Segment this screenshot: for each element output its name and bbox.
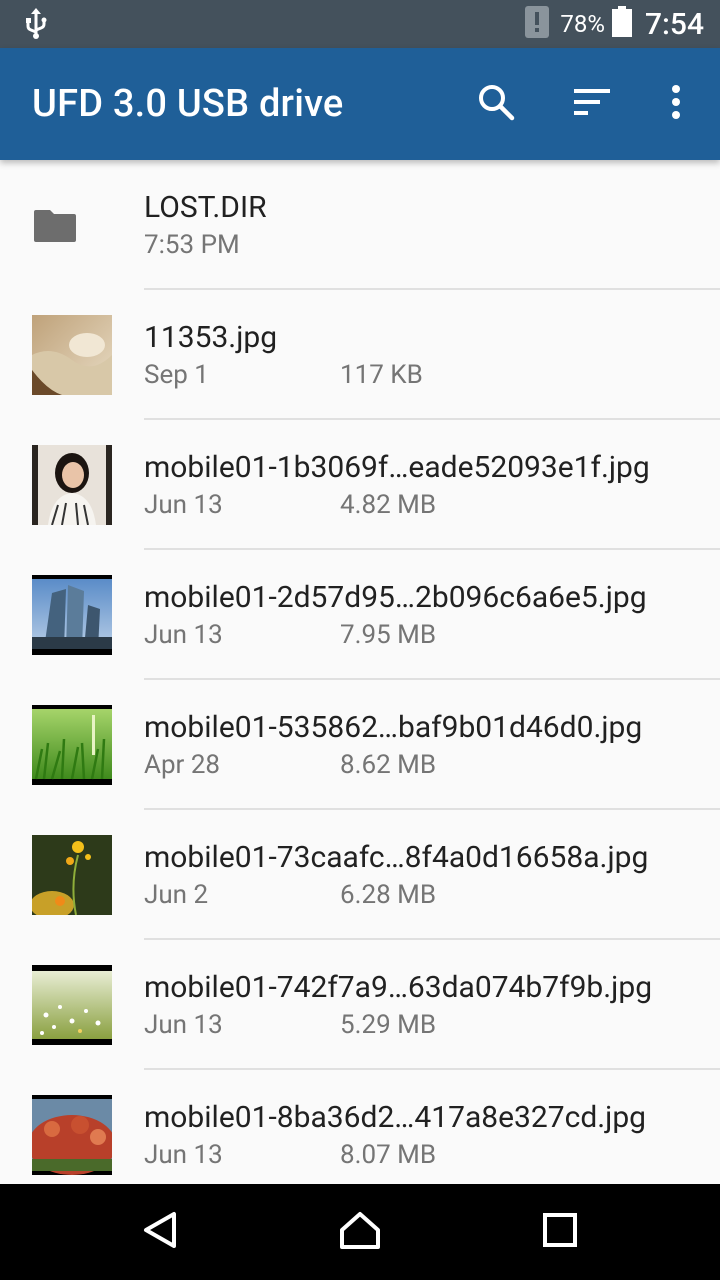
list-item[interactable]: mobile01-8ba36d2…417a8e327cd.jpg Jun 13 … bbox=[0, 1070, 720, 1200]
usb-icon bbox=[22, 8, 50, 44]
file-date: 7:53 PM bbox=[144, 230, 240, 260]
file-size: 6.28 MB bbox=[340, 880, 437, 910]
file-name: mobile01-535862…baf9b01d46d0.jpg bbox=[144, 710, 643, 745]
file-name: mobile01-742f7a9…63da074b7f9b.jpg bbox=[144, 970, 653, 1005]
recents-button[interactable] bbox=[512, 1184, 608, 1280]
file-size: 4.82 MB bbox=[340, 490, 437, 520]
file-size: 7.95 MB bbox=[340, 620, 437, 650]
file-name: mobile01-8ba36d2…417a8e327cd.jpg bbox=[144, 1100, 647, 1135]
file-name: 11353.jpg bbox=[144, 320, 278, 355]
recents-icon bbox=[542, 1212, 578, 1252]
list-item[interactable]: LOST.DIR 7:53 PM bbox=[0, 160, 720, 290]
file-name: LOST.DIR bbox=[144, 190, 267, 225]
file-date: Jun 13 bbox=[144, 620, 223, 650]
image-thumbnail bbox=[32, 965, 112, 1045]
file-size: 8.07 MB bbox=[340, 1140, 437, 1170]
battery-percent: 78% bbox=[560, 10, 605, 38]
search-button[interactable] bbox=[464, 48, 528, 160]
list-item[interactable]: mobile01-73caafc…8f4a0d16658a.jpg Jun 2 … bbox=[0, 810, 720, 940]
list-item[interactable]: 11353.jpg Sep 1 117 KB bbox=[0, 290, 720, 420]
file-name: mobile01-2d57d95…2b096c6a6e5.jpg bbox=[144, 580, 647, 615]
image-thumbnail bbox=[32, 445, 112, 525]
app-bar: UFD 3.0 USB drive bbox=[0, 48, 720, 160]
image-thumbnail bbox=[32, 705, 112, 785]
file-date: Jun 13 bbox=[144, 1140, 223, 1170]
back-button[interactable] bbox=[112, 1184, 208, 1280]
file-date: Sep 1 bbox=[144, 360, 209, 390]
back-icon bbox=[140, 1210, 180, 1254]
search-icon bbox=[476, 82, 516, 126]
battery-icon bbox=[611, 6, 633, 42]
image-thumbnail bbox=[32, 575, 112, 655]
home-icon bbox=[338, 1210, 382, 1254]
more-options-button[interactable] bbox=[644, 48, 708, 160]
sort-button[interactable] bbox=[560, 48, 624, 160]
file-name: mobile01-73caafc…8f4a0d16658a.jpg bbox=[144, 840, 649, 875]
list-item[interactable]: mobile01-1b3069f…eade52093e1f.jpg Jun 13… bbox=[0, 420, 720, 550]
file-size: 5.29 MB bbox=[340, 1010, 437, 1040]
sort-icon bbox=[572, 87, 612, 121]
file-date: Apr 28 bbox=[144, 750, 221, 780]
file-date: Jun 2 bbox=[144, 880, 209, 910]
file-name: mobile01-1b3069f…eade52093e1f.jpg bbox=[144, 450, 650, 485]
list-item[interactable]: mobile01-2d57d95…2b096c6a6e5.jpg Jun 13 … bbox=[0, 550, 720, 680]
more-vert-icon bbox=[670, 84, 682, 124]
image-thumbnail bbox=[32, 1095, 112, 1175]
image-thumbnail bbox=[32, 835, 112, 915]
file-date: Jun 13 bbox=[144, 1010, 223, 1040]
image-thumbnail bbox=[32, 315, 112, 395]
list-item[interactable]: mobile01-742f7a9…63da074b7f9b.jpg Jun 13… bbox=[0, 940, 720, 1070]
file-list: LOST.DIR 7:53 PM 11353.jpg Sep 1 117 KB bbox=[0, 160, 720, 1200]
file-size: 8.62 MB bbox=[340, 750, 437, 780]
navigation-bar bbox=[0, 1184, 720, 1280]
folder-icon bbox=[32, 200, 80, 248]
notification-alert-icon bbox=[524, 5, 550, 43]
file-date: Jun 13 bbox=[144, 490, 223, 520]
list-item[interactable]: mobile01-535862…baf9b01d46d0.jpg Apr 28 … bbox=[0, 680, 720, 810]
page-title: UFD 3.0 USB drive bbox=[32, 82, 344, 126]
status-bar: 78% 7:54 bbox=[0, 0, 720, 48]
clock: 7:54 bbox=[644, 6, 704, 42]
home-button[interactable] bbox=[312, 1184, 408, 1280]
file-size: 117 KB bbox=[340, 360, 423, 390]
